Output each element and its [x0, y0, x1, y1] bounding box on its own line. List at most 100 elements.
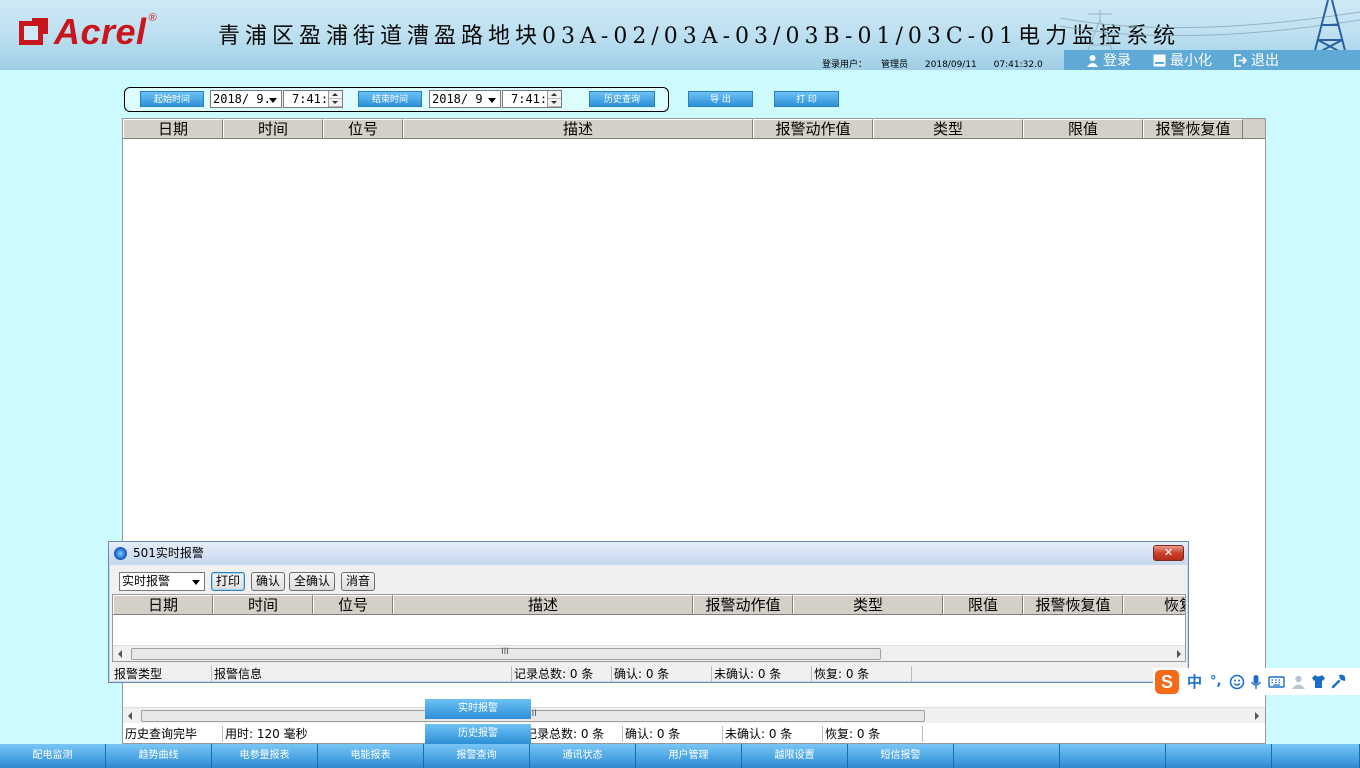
table-header: 日期 时间 位号 描述 报警动作值 类型 限值 报警恢复值: [123, 119, 1265, 139]
nav-trend-curve[interactable]: 趋势曲线: [106, 744, 212, 768]
export-button[interactable]: 导 出: [688, 91, 753, 107]
start-date-picker[interactable]: 2018/ 9.: [210, 90, 282, 108]
exit-icon: [1234, 53, 1247, 67]
alarm-window-titlebar[interactable]: 501实时报警 ✕: [109, 542, 1188, 565]
start-time-input[interactable]: 7:41:: [283, 90, 343, 108]
column-header-description[interactable]: 描述: [403, 119, 753, 138]
alarm-status-bar: 报警类型 报警信息 记录总数: 0 条 确认: 0 条 未确认: 0 条 恢复:…: [112, 666, 1186, 682]
nav-empty-slot[interactable]: [1060, 744, 1166, 768]
user-avatar-icon[interactable]: [1291, 674, 1306, 690]
logo-text: Acrel: [54, 11, 147, 52]
logo-registered-mark: ®: [148, 12, 157, 24]
keyboard-icon[interactable]: [1268, 675, 1286, 689]
end-time-spinner[interactable]: [547, 91, 561, 107]
history-query-button[interactable]: 历史查询: [589, 91, 655, 107]
nav-limit-settings[interactable]: 越限设置: [742, 744, 848, 768]
alarm-window-icon: [114, 547, 127, 560]
table-horizontal-scrollbar[interactable]: III: [123, 707, 1265, 723]
acrel-logo: Acrel ®: [18, 11, 157, 52]
login-user: 管理员: [881, 60, 909, 70]
scroll-right-icon[interactable]: [1177, 650, 1181, 658]
scroll-left-icon[interactable]: [118, 650, 122, 658]
alarm-column-recovery[interactable]: 恢复: [1123, 595, 1185, 614]
alarm-column-type[interactable]: 类型: [793, 595, 943, 614]
query-state: 历史查询完毕: [123, 726, 223, 742]
end-date-picker[interactable]: 2018/ 9: [429, 90, 501, 108]
exit-button[interactable]: 退出: [1234, 50, 1279, 70]
chevron-down-icon[interactable]: [269, 98, 277, 103]
column-header-alarm-value[interactable]: 报警动作值: [753, 119, 873, 138]
user-icon: [1087, 54, 1098, 67]
alarm-toolbar: 实时报警 打印 确认 全确认 消音: [119, 571, 376, 591]
nav-parameter-report[interactable]: 电参量报表: [212, 744, 318, 768]
emoji-icon[interactable]: [1229, 674, 1245, 690]
skin-icon[interactable]: [1311, 674, 1326, 689]
unconfirmed-count: 未确认: 0 条: [723, 726, 823, 742]
current-time: 07:41:32.0: [993, 60, 1043, 70]
ime-toolbar: S 中 °,: [1153, 668, 1360, 695]
table-status-bar: 历史查询完毕 用时: 120 毫秒 记录总数: 0 条 确认: 0 条 未确认:…: [123, 726, 1265, 742]
alarm-horizontal-scrollbar[interactable]: III: [113, 645, 1185, 661]
nav-empty-slot[interactable]: [1272, 744, 1360, 768]
alarm-column-limit[interactable]: 限值: [943, 595, 1023, 614]
chevron-down-icon[interactable]: [488, 98, 496, 103]
acrel-logo-icon: [19, 18, 48, 45]
wrench-icon[interactable]: [1331, 674, 1346, 689]
realtime-alarm-table: 日期 时间 位号 描述 报警动作值 类型 限值 报警恢复值 恢复 III: [112, 594, 1186, 662]
column-header-time[interactable]: 时间: [223, 119, 323, 138]
alarm-window-title: 501实时报警: [133, 546, 204, 560]
start-time-spinner[interactable]: [328, 91, 342, 107]
column-header-date[interactable]: 日期: [123, 119, 223, 138]
alarm-column-alarm-value[interactable]: 报警动作值: [693, 595, 793, 614]
alarm-filter-select[interactable]: 实时报警: [119, 571, 205, 591]
login-info: 登录用户： 管理员 2018/09/11 07:41:32.0: [822, 57, 1057, 70]
scroll-right-icon[interactable]: [1255, 712, 1259, 720]
column-header-limit[interactable]: 限值: [1023, 119, 1143, 138]
login-user-label: 登录用户：: [822, 60, 868, 70]
end-date-value: 2018/ 9: [432, 92, 483, 106]
alarm-column-time[interactable]: 时间: [213, 595, 313, 614]
alarm-confirm-button[interactable]: 确认: [251, 571, 286, 591]
nav-sms-alarm[interactable]: 短信报警: [848, 744, 954, 768]
alarm-mute-button[interactable]: 消音: [341, 571, 376, 591]
record-total: 记录总数: 0 条: [523, 726, 623, 742]
nav-alarm-query[interactable]: 报警查询: [424, 744, 530, 768]
confirmed-count: 确认: 0 条: [623, 726, 723, 742]
ime-punctuation[interactable]: °,: [1210, 674, 1221, 689]
alarm-column-recovery-value[interactable]: 报警恢复值: [1023, 595, 1123, 614]
sogou-ime-icon[interactable]: S: [1155, 669, 1179, 694]
nav-empty-slot[interactable]: [1166, 744, 1272, 768]
column-header-recovery-value[interactable]: 报警恢复值: [1143, 119, 1243, 138]
nav-energy-report[interactable]: 电能报表: [318, 744, 424, 768]
end-time-input[interactable]: 7:41:: [502, 90, 562, 108]
alarm-info-label: 报警信息: [212, 666, 512, 682]
history-alarm-button[interactable]: 历史报警: [425, 724, 531, 744]
start-time-value: 7:41:: [292, 92, 329, 106]
nav-user-management[interactable]: 用户管理: [636, 744, 742, 768]
alarm-table-header: 日期 时间 位号 描述 报警动作值 类型 限值 报警恢复值 恢复: [113, 595, 1185, 615]
column-header-tag[interactable]: 位号: [323, 119, 403, 138]
nav-distribution-monitor[interactable]: 配电监测: [0, 744, 106, 768]
close-button[interactable]: ✕: [1153, 545, 1184, 561]
alarm-confirm-all-button[interactable]: 全确认: [289, 571, 336, 591]
column-header-type[interactable]: 类型: [873, 119, 1023, 138]
realtime-alarm-button[interactable]: 实时报警: [425, 699, 531, 719]
print-button[interactable]: 打 印: [774, 91, 839, 107]
alarm-column-tag[interactable]: 位号: [313, 595, 393, 614]
alarm-print-button[interactable]: 打印: [211, 571, 246, 591]
ime-chinese-mode[interactable]: 中: [1187, 671, 1202, 692]
nav-comm-status[interactable]: 通讯状态: [530, 744, 636, 768]
exit-label: 退出: [1251, 53, 1279, 69]
start-date-value: 2018/ 9.: [213, 92, 271, 106]
scroll-left-icon[interactable]: [128, 712, 132, 720]
microphone-icon[interactable]: [1250, 674, 1262, 690]
header-actions: 登录 最小化 退出: [1064, 50, 1360, 70]
current-date: 2018/09/11: [924, 60, 977, 70]
alarm-column-description[interactable]: 描述: [393, 595, 693, 614]
nav-empty-slot[interactable]: [954, 744, 1060, 768]
alarm-column-date[interactable]: 日期: [113, 595, 213, 614]
minimize-button[interactable]: 最小化: [1153, 50, 1212, 70]
login-button[interactable]: 登录: [1086, 50, 1131, 70]
alarm-unconfirmed-count: 未确认: 0 条: [712, 666, 812, 682]
alarm-type-label: 报警类型: [112, 666, 212, 682]
